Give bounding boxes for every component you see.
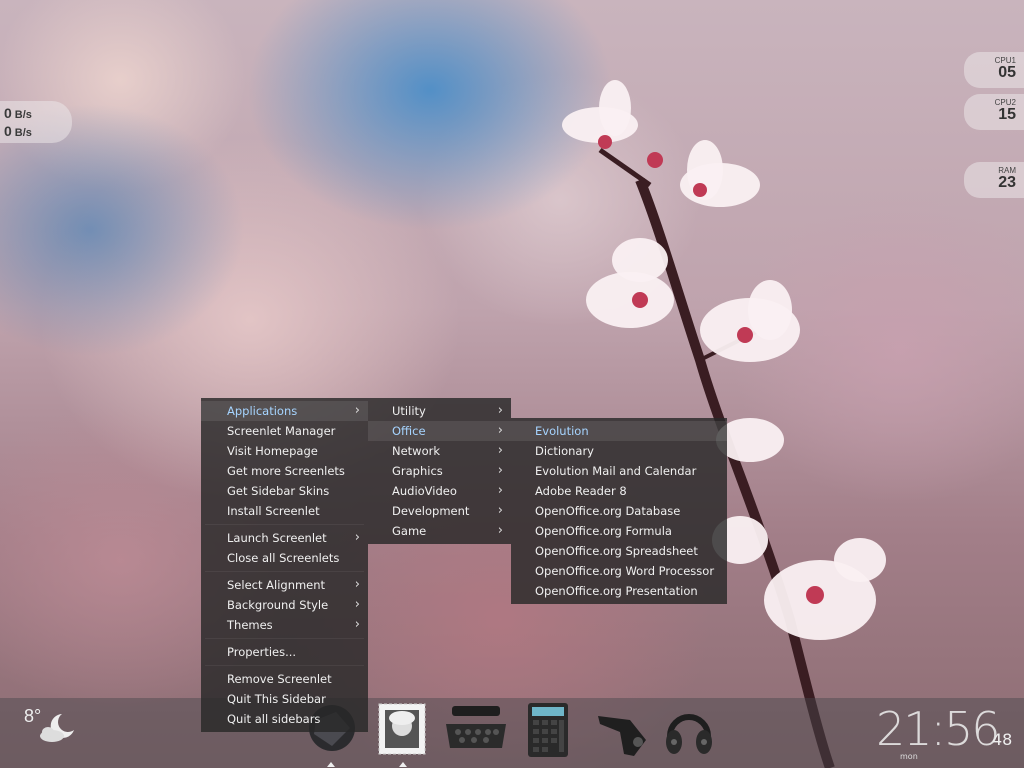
menu-item-remove-screenlet[interactable]: Remove Screenlet [201, 669, 368, 689]
stapler-icon[interactable] [594, 702, 650, 758]
menu-item-properties[interactable]: Properties... [201, 642, 368, 662]
chevron-right-icon: › [354, 597, 360, 612]
submenu-item-network[interactable]: Network › [368, 441, 511, 461]
network-down: 0 B/s [4, 105, 32, 121]
app-item-oo-word-processor[interactable]: OpenOffice.org Word Processor [511, 561, 727, 581]
chevron-right-icon: › [354, 577, 360, 592]
submenu-item-development[interactable]: Development › [368, 501, 511, 521]
chevron-right-icon: › [497, 523, 503, 538]
menu-item-select-alignment[interactable]: Select Alignment › [201, 575, 368, 595]
einstein-stamp-icon[interactable] [376, 702, 428, 756]
chevron-right-icon: › [497, 443, 503, 458]
menu-item-launch-screenlet[interactable]: Launch Screenlet › [201, 528, 368, 548]
network-up: 0 B/s [4, 123, 32, 139]
chevron-right-icon: › [497, 403, 503, 418]
dock-bar [0, 698, 1024, 768]
menu-item-quit-this-sidebar[interactable]: Quit This Sidebar [201, 689, 368, 709]
chevron-right-icon: › [497, 423, 503, 438]
chevron-right-icon: › [354, 530, 360, 545]
cpu2-monitor: CPU2 15 [964, 94, 1024, 130]
dock-active-indicator [327, 762, 335, 767]
menu-item-quit-all-sidebars[interactable]: Quit all sidebars [201, 709, 368, 729]
chevron-right-icon: › [354, 403, 360, 418]
menu-separator [205, 524, 364, 525]
menu-item-get-more-screenlets[interactable]: Get more Screenlets [201, 461, 368, 481]
chevron-right-icon: › [497, 483, 503, 498]
submenu-item-audiovideo[interactable]: AudioVideo › [368, 481, 511, 501]
applications-submenu: Utility › Office › Network › Graphics › Audi… [368, 398, 511, 544]
menu-separator [205, 638, 364, 639]
app-item-oo-spreadsheet[interactable]: OpenOffice.org Spreadsheet [511, 541, 727, 561]
calculator-icon[interactable] [526, 702, 570, 758]
chevron-right-icon: › [354, 617, 360, 632]
menu-item-visit-homepage[interactable]: Visit Homepage [201, 441, 368, 461]
cpu2-value: 15 [998, 106, 1016, 123]
app-item-evolution-mail-calendar[interactable]: Evolution Mail and Calendar [511, 461, 727, 481]
menu-separator [205, 665, 364, 666]
app-item-oo-database[interactable]: OpenOffice.org Database [511, 501, 727, 521]
submenu-item-game[interactable]: Game › [368, 521, 511, 541]
cpu1-monitor: CPU1 05 [964, 52, 1024, 88]
submenu-item-graphics[interactable]: Graphics › [368, 461, 511, 481]
menu-item-get-sidebar-skins[interactable]: Get Sidebar Skins [201, 481, 368, 501]
chevron-right-icon: › [497, 463, 503, 478]
clock-seconds: 48 [992, 730, 1013, 749]
submenu-item-office[interactable]: Office › [368, 421, 511, 441]
chevron-right-icon: › [497, 503, 503, 518]
network-monitor: 0 B/s 0 B/s [0, 101, 72, 143]
weather-widget[interactable]: 8° [24, 706, 74, 742]
ram-value: 23 [998, 174, 1016, 191]
clock-day: mon [900, 752, 918, 761]
menu-item-install-screenlet[interactable]: Install Screenlet [201, 501, 368, 521]
dock-active-indicator [399, 762, 407, 767]
menu-item-background-style[interactable]: Background Style › [201, 595, 368, 615]
submenu-item-utility[interactable]: Utility › [368, 401, 511, 421]
office-submenu: Evolution Dictionary Evolution Mail and … [511, 418, 727, 604]
app-item-oo-formula[interactable]: OpenOffice.org Formula [511, 521, 727, 541]
clock-time: 21:56 [876, 702, 1001, 756]
menu-item-applications[interactable]: Applications › [201, 401, 368, 421]
app-item-evolution[interactable]: Evolution [511, 421, 727, 441]
menu-item-screenlet-manager[interactable]: Screenlet Manager [201, 421, 368, 441]
typewriter-icon[interactable] [444, 702, 508, 752]
headphones-icon[interactable] [664, 702, 714, 758]
menu-item-close-all-screenlets[interactable]: Close all Screenlets [201, 548, 368, 568]
context-menu: Applications › Screenlet Manager Visit Ho… [201, 398, 368, 732]
menu-separator [205, 571, 364, 572]
app-item-dictionary[interactable]: Dictionary [511, 441, 727, 461]
moon-cloud-icon [40, 714, 74, 742]
cpu1-value: 05 [998, 64, 1016, 81]
app-item-adobe-reader[interactable]: Adobe Reader 8 [511, 481, 727, 501]
wallpaper-blossom [562, 80, 886, 768]
ram-monitor: RAM 23 [964, 162, 1024, 198]
app-item-oo-presentation[interactable]: OpenOffice.org Presentation [511, 581, 727, 601]
menu-item-themes[interactable]: Themes › [201, 615, 368, 635]
